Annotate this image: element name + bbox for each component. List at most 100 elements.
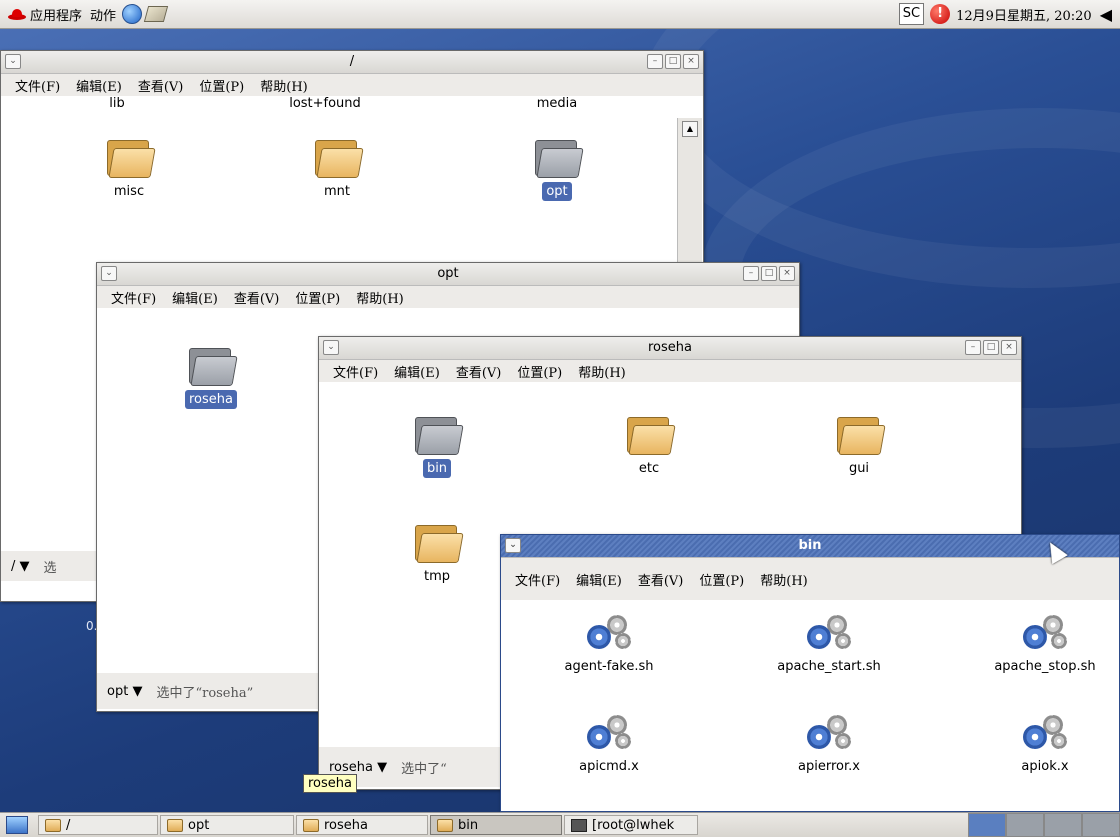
status-text: 选中了“	[401, 761, 447, 777]
maximize-button[interactable]: □	[761, 266, 777, 281]
close-button[interactable]: ×	[683, 54, 699, 69]
file-item[interactable]: agent-fake.sh	[549, 613, 669, 674]
menu-file[interactable]: 文件(F)	[15, 76, 60, 95]
update-alert-icon[interactable]: !	[930, 4, 951, 24]
actions-label: 动作	[90, 8, 117, 24]
web-browser-icon[interactable]	[122, 4, 143, 24]
file-view: agent-fake.sh apache_start.sh apache_sto…	[501, 601, 1119, 811]
workspace-2[interactable]	[1006, 813, 1044, 837]
window-menu-button[interactable]: ⌄	[505, 538, 521, 553]
executable-icon	[1017, 613, 1073, 653]
applications-menu[interactable]: 应用程序	[8, 5, 82, 24]
file-item[interactable]: apache_start.sh	[769, 613, 889, 674]
status-text: 选中了“roseha”	[156, 685, 254, 701]
location-dropdown[interactable]: / ▼	[1, 559, 30, 574]
scroll-up-arrow[interactable]: ▲	[682, 121, 698, 137]
menu-view[interactable]: 查看(V)	[138, 76, 184, 95]
clock[interactable]: 12月9日星期五, 20:20	[956, 5, 1092, 24]
menu-file[interactable]: 文件(F)	[111, 288, 156, 307]
folder-icon	[413, 523, 464, 563]
menu-go[interactable]: 位置(P)	[517, 362, 562, 381]
window-titlebar[interactable]: ⌄ roseha – □ ×	[319, 337, 1021, 360]
window-titlebar[interactable]: ⌄ opt – □ ×	[97, 263, 799, 286]
menu-edit[interactable]: 编辑(E)	[76, 76, 122, 95]
menu-file[interactable]: 文件(F)	[333, 362, 378, 381]
taskbar-button-root[interactable]: /	[38, 815, 158, 835]
window-titlebar[interactable]: ⌄ bin	[501, 535, 1119, 558]
menubar: 文件(F) 编辑(E) 查看(V) 位置(P) 帮助(H)	[1, 74, 703, 96]
minimize-button[interactable]: –	[965, 340, 981, 355]
folder-item[interactable]: gui	[799, 415, 919, 476]
show-desktop-icon[interactable]	[6, 816, 28, 834]
taskbar-button-opt[interactable]: opt	[160, 815, 294, 835]
location-dropdown[interactable]: roseha ▼	[319, 760, 387, 775]
window-titlebar[interactable]: ⌄ / – □ ×	[1, 51, 703, 74]
file-label: agent-fake.sh	[564, 659, 654, 674]
executable-icon	[581, 713, 637, 753]
window-menu-button[interactable]: ⌄	[101, 266, 117, 281]
folder-item[interactable]: tmp	[377, 523, 497, 584]
window-menu-button[interactable]: ⌄	[5, 54, 21, 69]
menu-go[interactable]: 位置(P)	[295, 288, 340, 307]
executable-icon	[801, 613, 857, 653]
taskbar-button-bin[interactable]: bin	[430, 815, 562, 835]
taskbar-label: bin	[458, 817, 479, 833]
close-button[interactable]: ×	[1001, 340, 1017, 355]
menu-help[interactable]: 帮助(H)	[260, 76, 307, 95]
workspace-1[interactable]	[968, 813, 1006, 837]
workspace-switcher[interactable]	[968, 813, 1120, 837]
taskbar-button-terminal[interactable]: [root@lwhek	[564, 815, 698, 835]
file-label: apache_start.sh	[777, 659, 881, 674]
folder-item[interactable]: etc	[589, 415, 709, 476]
menu-help[interactable]: 帮助(H)	[760, 570, 807, 589]
window-menu-button[interactable]: ⌄	[323, 340, 339, 355]
menu-edit[interactable]: 编辑(E)	[172, 288, 218, 307]
file-item[interactable]: apiok.x	[985, 713, 1105, 774]
close-button[interactable]: ×	[779, 266, 795, 281]
top-panel: 应用程序 动作 SC ! 12月9日星期五, 20:20 ◀	[0, 0, 1120, 29]
menu-view[interactable]: 查看(V)	[456, 362, 502, 381]
minimize-button[interactable]: –	[647, 54, 663, 69]
workspace-4[interactable]	[1082, 813, 1120, 837]
window-title: bin	[798, 538, 822, 553]
file-item[interactable]: apache_stop.sh	[975, 613, 1115, 674]
actions-menu[interactable]: 动作	[90, 5, 116, 24]
folder-item[interactable]: bin	[377, 415, 497, 478]
maximize-button[interactable]: □	[983, 340, 999, 355]
location-dropdown[interactable]: opt ▼	[97, 684, 142, 699]
folder-item[interactable]: mnt	[277, 138, 397, 199]
executable-icon	[581, 613, 637, 653]
file-item[interactable]: lib	[57, 96, 177, 111]
menu-go[interactable]: 位置(P)	[199, 76, 244, 95]
taskbar-label: opt	[188, 817, 210, 833]
volume-icon[interactable]: ◀	[1100, 5, 1112, 24]
folder-item[interactable]: misc	[69, 138, 189, 199]
file-item[interactable]: media	[497, 96, 617, 111]
email-icon[interactable]	[143, 6, 169, 22]
input-method-indicator[interactable]: SC	[898, 3, 925, 25]
menu-file[interactable]: 文件(F)	[515, 570, 560, 589]
menu-view[interactable]: 查看(V)	[234, 288, 280, 307]
file-item[interactable]: apierror.x	[769, 713, 889, 774]
menu-edit[interactable]: 编辑(E)	[576, 570, 622, 589]
file-item[interactable]: lost+found	[265, 96, 385, 111]
menubar: 文件(F) 编辑(E) 查看(V) 位置(P) 帮助(H)	[501, 558, 1119, 600]
tooltip: roseha	[303, 774, 357, 793]
executable-icon	[1017, 713, 1073, 753]
folder-label: opt	[542, 182, 572, 201]
folder-item[interactable]: roseha	[151, 346, 271, 409]
taskbar-button-roseha[interactable]: roseha	[296, 815, 428, 835]
menu-help[interactable]: 帮助(H)	[356, 288, 403, 307]
maximize-button[interactable]: □	[665, 54, 681, 69]
minimize-button[interactable]: –	[743, 266, 759, 281]
file-item[interactable]: apicmd.x	[549, 713, 669, 774]
menu-edit[interactable]: 编辑(E)	[394, 362, 440, 381]
menu-view[interactable]: 查看(V)	[638, 570, 684, 589]
workspace-3[interactable]	[1044, 813, 1082, 837]
folder-item[interactable]: opt	[497, 138, 617, 201]
menu-go[interactable]: 位置(P)	[699, 570, 744, 589]
file-label: apierror.x	[798, 759, 860, 774]
menu-help[interactable]: 帮助(H)	[578, 362, 625, 381]
menubar: 文件(F) 编辑(E) 查看(V) 位置(P) 帮助(H)	[97, 286, 799, 308]
folder-label: bin	[422, 459, 452, 478]
